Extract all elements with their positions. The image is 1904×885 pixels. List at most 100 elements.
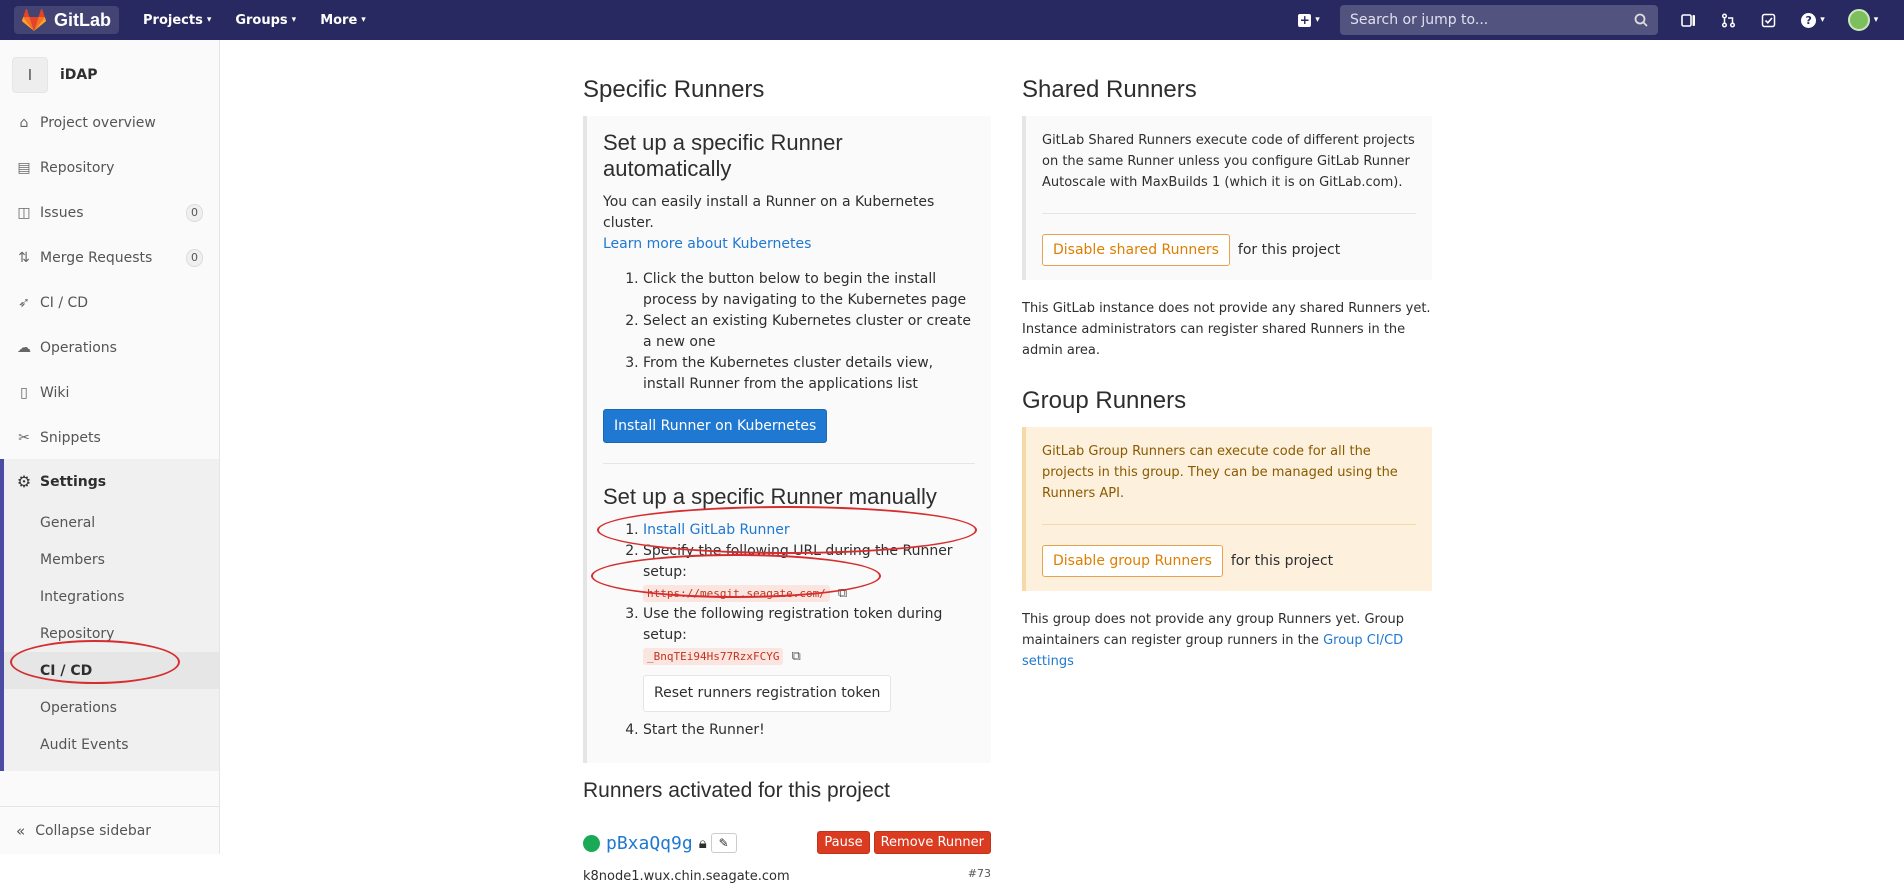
auto-step: From the Kubernetes cluster details view… (643, 353, 975, 395)
home-icon: ⌂ (19, 114, 29, 131)
todos-panel-icon[interactable] (1676, 8, 1700, 32)
annotation-ellipse (597, 506, 977, 554)
manual-step-4: Start the Runner! (643, 720, 975, 741)
divider (603, 463, 975, 464)
sidebar-item-merge-requests[interactable]: ⇅ Merge Requests 0 (0, 235, 219, 280)
sidebar-item-label: CI / CD (40, 294, 89, 311)
runner-id-link[interactable]: pBxaQq9g (606, 833, 693, 854)
runner-online-status-icon (583, 834, 600, 852)
sidebar-item-label: Repository (40, 159, 115, 176)
registration-token-code: _BnqTEi94Hs77RzxFCYG (643, 648, 784, 665)
manual-step-3-text: Use the following registration token dur… (643, 606, 943, 643)
chevron-down-icon: ▾ (291, 15, 297, 25)
sidebar-item-project-overview[interactable]: ⌂ Project overview (0, 100, 219, 145)
todo-check-icon[interactable] (1756, 8, 1780, 32)
disable-group-runners-button[interactable]: Disable group Runners (1042, 545, 1223, 577)
nav-more[interactable]: More ▾ (320, 13, 366, 28)
specific-runners-box: Set up a specific Runner automatically Y… (583, 116, 991, 763)
search-icon (1634, 13, 1648, 27)
annotation-ellipse (10, 640, 180, 684)
merge-request-icon[interactable] (1716, 8, 1740, 32)
shared-group-runners-column: Shared Runners GitLab Shared Runners exe… (1022, 76, 1432, 672)
disable-shared-runners-button[interactable]: Disable shared Runners (1042, 234, 1230, 266)
collapse-sidebar-button[interactable]: « Collapse sidebar (0, 806, 219, 854)
double-chevron-left-icon: « (16, 821, 26, 840)
help-dropdown[interactable]: ? ▾ (1796, 8, 1830, 32)
rocket-icon: ➶ (18, 294, 30, 311)
sidebar-item-wiki[interactable]: ▯ Wiki (0, 370, 219, 415)
navbar-right: + ▾ Search or jump to... ? ▾ ▾ (1276, 0, 1904, 40)
gitlab-logo-link[interactable]: GitLab (14, 6, 119, 34)
sidebar-item-ci-cd[interactable]: ➶ CI / CD (0, 280, 219, 325)
reset-token-button[interactable]: Reset runners registration token (643, 675, 892, 712)
chevron-down-icon: ▾ (1820, 15, 1825, 25)
issues-count-badge: 0 (186, 203, 203, 222)
sidebar-item-operations[interactable]: ☁ Operations (0, 325, 219, 370)
install-runner-kubernetes-button[interactable]: Install Runner on Kubernetes (603, 409, 828, 443)
learn-kubernetes-link[interactable]: Learn more about Kubernetes (603, 236, 811, 252)
merge-requests-count-badge: 0 (186, 248, 203, 267)
sidebar-item-label: Snippets (40, 429, 101, 446)
remove-runner-button[interactable]: Remove Runner (873, 831, 991, 854)
search-input[interactable]: Search or jump to... (1340, 5, 1658, 35)
sidebar-item-label: Wiki (40, 384, 70, 401)
project-name: iDAP (60, 67, 98, 83)
sidebar-item-label: Operations (40, 339, 117, 356)
collapse-sidebar-label: Collapse sidebar (35, 822, 152, 839)
sidebar-item-issues[interactable]: ◫ Issues 0 (0, 190, 219, 235)
user-menu[interactable]: ▾ (1846, 8, 1880, 32)
plus-square-icon: + (1298, 12, 1312, 27)
top-navbar: GitLab Projects ▾ Groups ▾ More ▾ + ▾ Searc… (0, 0, 1904, 40)
group-runners-title: Group Runners (1022, 387, 1187, 414)
sidebar-item-label: Issues (40, 204, 84, 221)
runners-activated-title: Runners activated for this project (583, 779, 890, 802)
for-project-text: for this project (1237, 242, 1341, 258)
sidebar-settings-section: ⚙ Settings General Members Integrations R… (0, 459, 219, 771)
runner-row: pBxaQq9g 🔒︎ ✎ Pause Remove Runner (583, 831, 991, 855)
shared-runners-text: GitLab Shared Runners execute code of di… (1042, 133, 1415, 190)
sidebar-item-label: Settings (40, 473, 107, 490)
sidebar-item-label: Project overview (40, 114, 156, 131)
settings-operations[interactable]: Operations (4, 689, 219, 726)
user-avatar (1847, 9, 1870, 31)
for-project-text: for this project (1230, 553, 1334, 569)
annotation-ellipse (591, 554, 881, 598)
gear-icon: ⚙ (16, 472, 32, 491)
cloud-gear-icon: ☁ (17, 339, 31, 356)
project-sidebar: I iDAP ⌂ Project overview ▤ Repository ◫ Is… (0, 40, 220, 854)
project-header[interactable]: I iDAP (0, 50, 219, 100)
runner-meta: k8node1.wux.chin.seagate.com #73 (583, 865, 991, 885)
sidebar-item-snippets[interactable]: ✂ Snippets (0, 415, 219, 460)
auto-step: Select an existing Kubernetes cluster or… (643, 311, 975, 353)
nav-groups[interactable]: Groups ▾ (235, 13, 296, 28)
specific-runners-title: Specific Runners (583, 76, 765, 103)
divider (1042, 213, 1416, 214)
edit-runner-button[interactable]: ✎ (710, 833, 737, 853)
sidebar-item-repository[interactable]: ▤ Repository (0, 145, 219, 190)
pause-runner-button[interactable]: Pause (817, 831, 870, 854)
nav-projects-label: Projects (143, 12, 203, 28)
book-icon: ▯ (20, 384, 28, 401)
sidebar-item-settings[interactable]: ⚙ Settings (4, 459, 219, 504)
copy-token-icon[interactable]: ⧉ (791, 646, 800, 667)
nav-more-label: More (320, 12, 358, 28)
settings-audit-events[interactable]: Audit Events (4, 726, 219, 763)
scissors-icon: ✂ (18, 429, 30, 446)
shared-runners-box: GitLab Shared Runners execute code of di… (1022, 116, 1432, 280)
settings-integrations[interactable]: Integrations (4, 578, 219, 615)
nav-projects[interactable]: Projects ▾ (143, 13, 211, 28)
issues-icon: ◫ (17, 204, 31, 221)
chevron-down-icon: ▾ (206, 15, 212, 25)
new-dropdown[interactable]: + ▾ (1292, 8, 1326, 32)
auto-setup-title: Set up a specific Runner automatically (603, 130, 843, 181)
settings-members[interactable]: Members (4, 541, 219, 578)
search-placeholder: Search or jump to... (1350, 12, 1489, 28)
sidebar-item-label: Merge Requests (40, 249, 153, 266)
chevron-down-icon: ▾ (1873, 15, 1879, 25)
project-avatar: I (12, 57, 48, 93)
shared-runners-note: This GitLab instance does not provide an… (1022, 301, 1431, 358)
divider (1042, 524, 1416, 525)
group-runners-box: GitLab Group Runners can execute code fo… (1022, 427, 1432, 591)
settings-general[interactable]: General (4, 504, 219, 541)
merge-request-icon: ⇅ (18, 249, 30, 266)
